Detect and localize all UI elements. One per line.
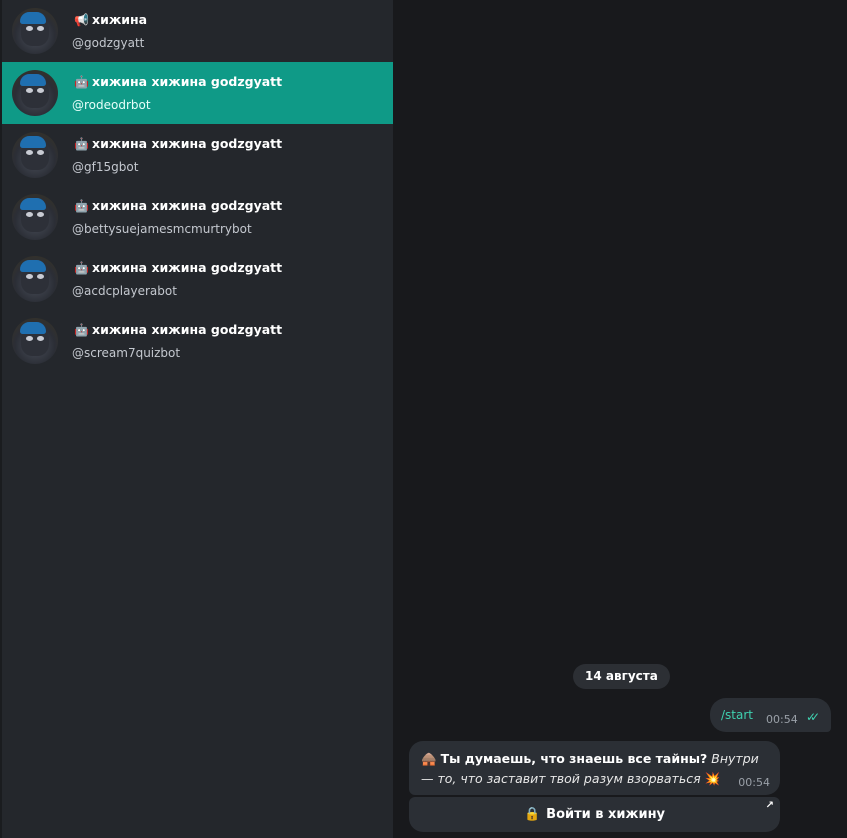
external-arrow-icon: ↗ (765, 800, 774, 811)
bot-icon: 🤖 (74, 260, 89, 275)
chat-title: 🤖 хижина хижина godzgyatt (74, 260, 282, 275)
bot-icon: 🤖 (74, 74, 89, 89)
incoming-message[interactable]: 🛖 Ты думаешь, что знаешь все тайны? Внут… (409, 741, 780, 795)
bot-icon: 🤖 (74, 198, 89, 213)
outgoing-message[interactable]: /start 00:54 ✓✓ (710, 698, 831, 732)
chat-title-text: хижина хижина godzgyatt (92, 74, 283, 89)
chat-username: @rodeodrbot (72, 98, 151, 112)
avatar (12, 318, 58, 364)
button-label: Войти в хижину (546, 807, 666, 822)
chat-title-text: хижина хижина godzgyatt (92, 136, 283, 151)
message-time: 00:54 (738, 776, 770, 789)
chat-title-text: хижина хижина godzgyatt (92, 322, 283, 337)
chat-title: 🤖 хижина хижина godzgyatt (74, 322, 282, 337)
chat-list-item[interactable]: 🤖 хижина хижина godzgyatt @scream7quizbo… (2, 310, 393, 372)
message-text: 🛖 Ты думаешь, что знаешь все тайны? Внут… (421, 749, 771, 789)
chat-username: @acdcplayerabot (72, 284, 177, 298)
chat-title-text: хижина хижина godzgyatt (92, 198, 283, 213)
lock-icon: 🔒 (523, 807, 541, 822)
chat-title: 🤖 хижина хижина godzgyatt (74, 198, 282, 213)
chat-list-item[interactable]: 🤖 хижина хижина godzgyatt @gf15gbot (2, 124, 393, 186)
chat-list-item-active[interactable]: 🤖 хижина хижина godzgyatt @rodeodrbot (2, 62, 393, 124)
date-separator: 14 августа (573, 664, 670, 689)
megaphone-icon: 📢 (74, 12, 89, 27)
chat-list-item[interactable]: 🤖 хижина хижина godzgyatt @acdcplayerabo… (2, 248, 393, 310)
double-check-icon: ✓✓ (806, 710, 820, 724)
message-time: 00:54 (766, 713, 798, 726)
avatar (12, 256, 58, 302)
chat-title: 🤖 хижина хижина godzgyatt (74, 136, 282, 151)
chat-username: @gf15gbot (72, 160, 139, 174)
chat-list: 📢 хижина @godzgyatt 🤖 хижина хижина godz… (0, 0, 393, 838)
conversation-area: 14 августа /start 00:54 ✓✓ 🛖 Ты думаешь,… (393, 0, 847, 838)
chat-username: @godzgyatt (72, 36, 145, 50)
chat-title: 🤖 хижина хижина godzgyatt (74, 74, 282, 89)
enter-hut-button[interactable]: 🔒 Войти в хижину ↗ (409, 797, 780, 832)
command-text[interactable]: /start (721, 708, 753, 722)
avatar (12, 132, 58, 178)
chat-username: @bettysuejamesmcmurtrybot (72, 222, 252, 236)
avatar (12, 194, 58, 240)
chat-list-item[interactable]: 🤖 хижина хижина godzgyatt @bettysuejames… (2, 186, 393, 248)
chat-title-text: хижина (92, 12, 148, 27)
avatar (12, 70, 58, 116)
chat-list-item[interactable]: 📢 хижина @godzgyatt (2, 0, 393, 62)
avatar (12, 8, 58, 54)
hut-emoji-icon: 🛖 (421, 751, 437, 766)
chat-title: 📢 хижина (74, 12, 147, 27)
chat-username: @scream7quizbot (72, 346, 181, 360)
bot-icon: 🤖 (74, 322, 89, 337)
chat-title-text: хижина хижина godzgyatt (92, 260, 283, 275)
message-bold-text: Ты думаешь, что знаешь все тайны? (440, 751, 708, 766)
explosion-emoji-icon: 💥 (704, 771, 721, 786)
bot-icon: 🤖 (74, 136, 89, 151)
